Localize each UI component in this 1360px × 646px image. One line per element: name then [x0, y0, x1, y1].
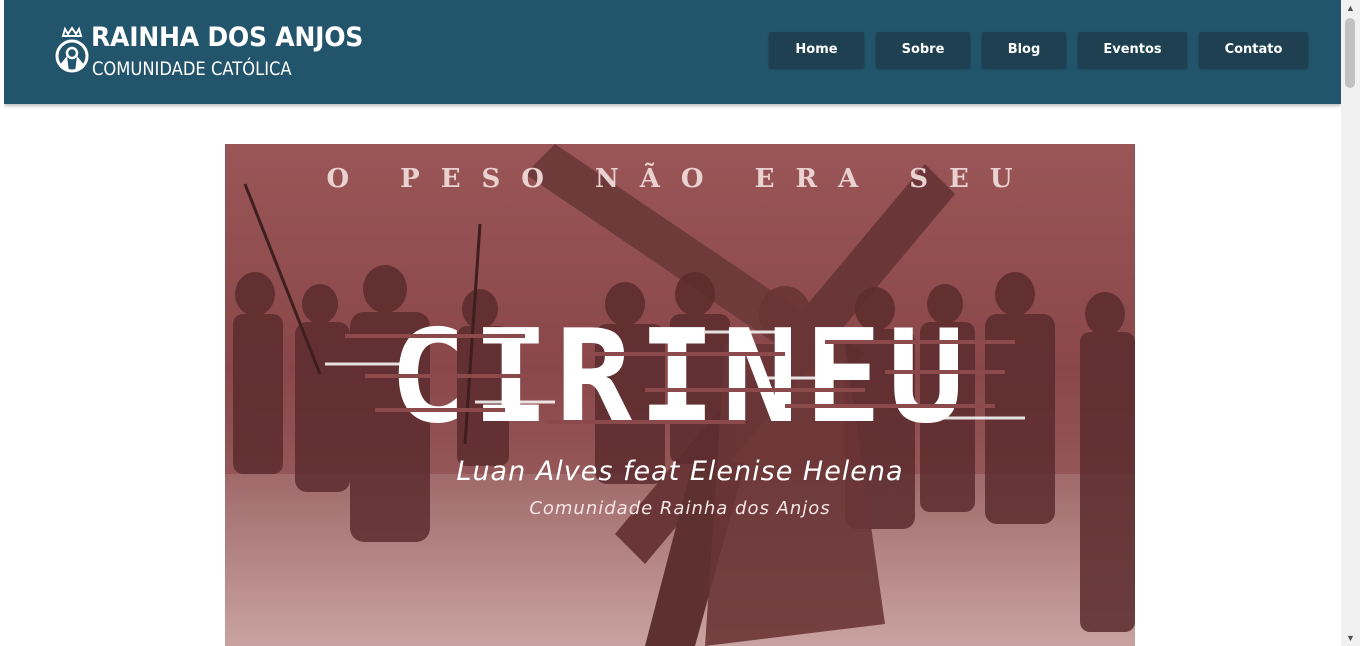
nav-blog-button[interactable]: Blog — [982, 32, 1066, 68]
nav-home-button[interactable]: Home — [769, 32, 864, 68]
glitch-effect-lines — [325, 330, 1025, 424]
scroll-down-arrow-icon[interactable]: ▼ — [1341, 630, 1360, 646]
site-logo[interactable]: RAINHA DOS ANJOS COMUNIDADE CATÓLICA — [54, 22, 363, 82]
page: RAINHA DOS ANJOS COMUNIDADE CATÓLICA Hom… — [4, 0, 1341, 646]
site-header: RAINHA DOS ANJOS COMUNIDADE CATÓLICA Hom… — [4, 0, 1341, 104]
scroll-up-arrow-icon[interactable]: ▲ — [1341, 0, 1360, 16]
brand-title: RAINHA DOS ANJOS — [91, 22, 364, 53]
banner-tagline: O PESO NÃO ERA SEU — [326, 164, 1034, 194]
nav-eventos-button[interactable]: Eventos — [1078, 32, 1187, 68]
scrollbar-thumb[interactable] — [1345, 18, 1355, 88]
nav-contato-button[interactable]: Contato — [1199, 32, 1308, 68]
hero-banner-image[interactable]: O PESO NÃO ERA SEU CIRINEU Luan Alves fe… — [225, 144, 1135, 646]
banner-artist: Luan Alves feat Elenise Helena — [456, 456, 904, 487]
brand-subtitle: COMUNIDADE CATÓLICA — [92, 58, 292, 80]
vertical-scrollbar[interactable]: ▲ ▼ — [1341, 0, 1360, 646]
main-nav: Home Sobre Blog Eventos Contato — [769, 32, 1308, 68]
banner-community: Comunidade Rainha dos Anjos — [529, 498, 831, 519]
nav-sobre-button[interactable]: Sobre — [876, 32, 970, 68]
crowned-figure-icon — [55, 26, 89, 73]
